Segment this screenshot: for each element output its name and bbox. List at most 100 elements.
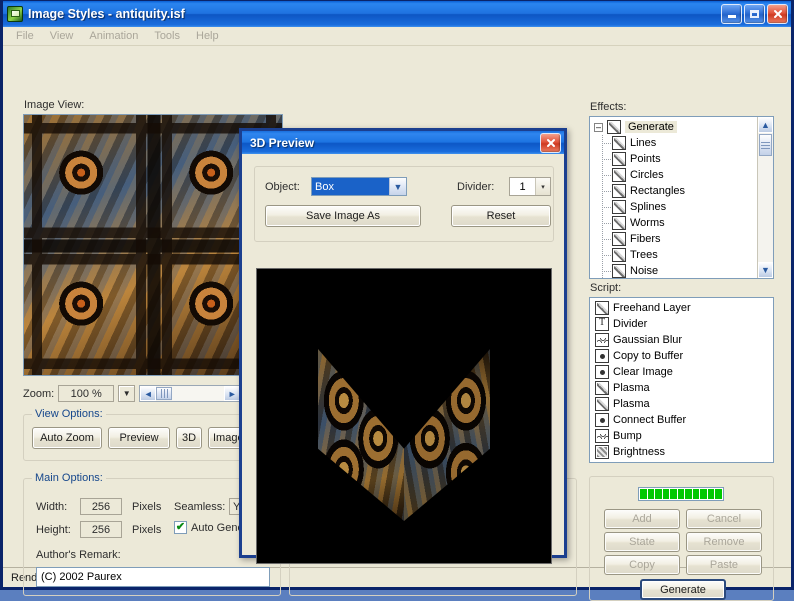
- script-item-plasma-1[interactable]: Plasma: [590, 380, 773, 396]
- auto-zoom-button[interactable]: Auto Zoom: [32, 427, 102, 449]
- effects-item-lines[interactable]: Lines: [590, 135, 757, 151]
- script-item-bump[interactable]: Bump: [590, 428, 773, 444]
- vscroll-thumb[interactable]: [759, 134, 772, 156]
- hscroll-track[interactable]: [172, 386, 225, 401]
- effects-item-points[interactable]: Points: [590, 151, 757, 167]
- wave-icon: [595, 333, 609, 347]
- menu-item-tools[interactable]: Tools: [146, 28, 188, 44]
- reset-button[interactable]: Reset: [451, 205, 551, 227]
- seamless-label: Seamless:: [174, 501, 226, 513]
- zoom-row: Zoom: 100 % ▼ ◄ ►: [23, 384, 242, 403]
- scroll-down-icon[interactable]: ▼: [758, 262, 773, 278]
- dialog-title: 3D Preview: [250, 135, 315, 150]
- spinner-arrows-icon[interactable]: ▾: [535, 178, 550, 195]
- width-input[interactable]: 256: [80, 498, 122, 515]
- effects-item-rectangles[interactable]: Rectangles: [590, 183, 757, 199]
- script-item-label: Gaussian Blur: [613, 334, 683, 346]
- script-item-brightness[interactable]: Brightness: [590, 444, 773, 460]
- remove-button[interactable]: Remove: [686, 532, 762, 552]
- minimize-button[interactable]: [721, 4, 742, 24]
- zoom-label: Zoom:: [23, 387, 55, 400]
- close-button[interactable]: [767, 4, 788, 24]
- expander-minus-icon[interactable]: –: [594, 122, 603, 132]
- divider-value: 1: [519, 180, 526, 193]
- paste-button[interactable]: Paste: [686, 555, 762, 575]
- script-item-connect-buffer[interactable]: Connect Buffer: [590, 412, 773, 428]
- effects-item-fibers[interactable]: Fibers: [590, 231, 757, 247]
- actions-group: Add Cancel State Remove Copy Paste Gener…: [589, 476, 774, 601]
- divider-icon: [595, 317, 609, 331]
- effects-tree-list: – Generate Lines Points Circles Rectangl…: [590, 117, 757, 278]
- title-bar[interactable]: Image Styles - antiquity.isf: [3, 0, 791, 27]
- remark-label: Author's Remark:: [36, 549, 121, 561]
- effects-item-worms[interactable]: Worms: [590, 215, 757, 231]
- menu-item-animation[interactable]: Animation: [81, 28, 146, 44]
- close-icon: [546, 138, 555, 147]
- hscroll-thumb[interactable]: [156, 387, 173, 400]
- vscroll-track[interactable]: [758, 157, 773, 262]
- effects-vscrollbar[interactable]: ▲ ▼: [757, 117, 773, 278]
- script-item-copy-to-buffer[interactable]: Copy to Buffer: [590, 348, 773, 364]
- auto-generate-checkbox[interactable]: ✔: [174, 521, 187, 534]
- window-controls: [721, 4, 788, 24]
- scroll-right-icon[interactable]: ►: [224, 386, 241, 401]
- 3d-preview-canvas[interactable]: [256, 268, 552, 564]
- script-item-plasma-2[interactable]: Plasma: [590, 396, 773, 412]
- add-button[interactable]: Add: [604, 509, 680, 529]
- state-button[interactable]: State: [604, 532, 680, 552]
- effects-item-noise[interactable]: Noise: [590, 263, 757, 278]
- pencil-icon: [595, 397, 609, 411]
- effects-item-splines[interactable]: Splines: [590, 199, 757, 215]
- dialog-title-bar[interactable]: 3D Preview: [242, 131, 564, 154]
- effects-tree-root[interactable]: – Generate: [590, 119, 757, 135]
- preview-button[interactable]: Preview: [108, 427, 170, 449]
- effects-tree[interactable]: – Generate Lines Points Circles Rectangl…: [589, 116, 774, 279]
- menu-item-view[interactable]: View: [42, 28, 82, 44]
- script-item-divider[interactable]: Divider: [590, 316, 773, 332]
- save-image-as-button[interactable]: Save Image As: [265, 205, 421, 227]
- height-unit-label: Pixels: [132, 524, 162, 536]
- effects-item-label: Splines: [630, 201, 667, 213]
- chevron-down-icon[interactable]: ▼: [389, 178, 406, 195]
- effects-item-label: Worms: [630, 217, 665, 229]
- main-options-title: Main Options:: [32, 472, 106, 484]
- height-input[interactable]: 256: [80, 521, 122, 538]
- zoom-value[interactable]: 100 %: [58, 385, 115, 402]
- 3d-button[interactable]: 3D: [176, 427, 202, 449]
- maximize-button[interactable]: [744, 4, 765, 24]
- hatch-icon: [595, 445, 609, 459]
- dialog-close-button[interactable]: [540, 132, 561, 153]
- effects-item-label: Points: [630, 153, 661, 165]
- effects-item-label: Circles: [630, 169, 664, 181]
- width-unit-label: Pixels: [132, 501, 162, 513]
- copy-button[interactable]: Copy: [604, 555, 680, 575]
- image-hscrollbar[interactable]: ◄ ►: [139, 385, 242, 402]
- view-options-title: View Options:: [32, 408, 106, 420]
- menu-item-file[interactable]: File: [8, 28, 42, 44]
- dot-icon: [595, 349, 609, 363]
- effects-item-label: Trees: [630, 249, 658, 261]
- script-item-clear-image[interactable]: Clear Image: [590, 364, 773, 380]
- scroll-left-icon[interactable]: ◄: [140, 386, 157, 401]
- scroll-up-icon[interactable]: ▲: [758, 117, 773, 133]
- script-item-label: Plasma: [613, 398, 650, 410]
- zoom-dropdown-icon[interactable]: ▼: [118, 385, 136, 402]
- divider-spinner[interactable]: 1 ▾: [509, 177, 551, 196]
- script-item-label: Copy to Buffer: [613, 350, 684, 362]
- effects-item-label: Lines: [630, 137, 657, 149]
- effects-item-trees[interactable]: Trees: [590, 247, 757, 263]
- script-item-freehand-layer[interactable]: Freehand Layer: [590, 300, 773, 316]
- script-item-gaussian-blur[interactable]: Gaussian Blur: [590, 332, 773, 348]
- object-combo[interactable]: Box ▼: [311, 177, 407, 196]
- divider-label: Divider:: [457, 181, 495, 193]
- script-item-label: Connect Buffer: [613, 414, 687, 426]
- remark-input[interactable]: (C) 2002 Paurex: [36, 567, 270, 587]
- script-list[interactable]: Freehand Layer Divider Gaussian Blur Cop…: [589, 297, 774, 463]
- pencil-icon: [612, 136, 626, 150]
- effects-item-circles[interactable]: Circles: [590, 167, 757, 183]
- effects-root-label: Generate: [625, 121, 677, 133]
- object-combo-value: Box: [312, 178, 389, 195]
- cancel-button[interactable]: Cancel: [686, 509, 762, 529]
- menu-item-help[interactable]: Help: [188, 28, 227, 44]
- pencil-icon: [612, 152, 626, 166]
